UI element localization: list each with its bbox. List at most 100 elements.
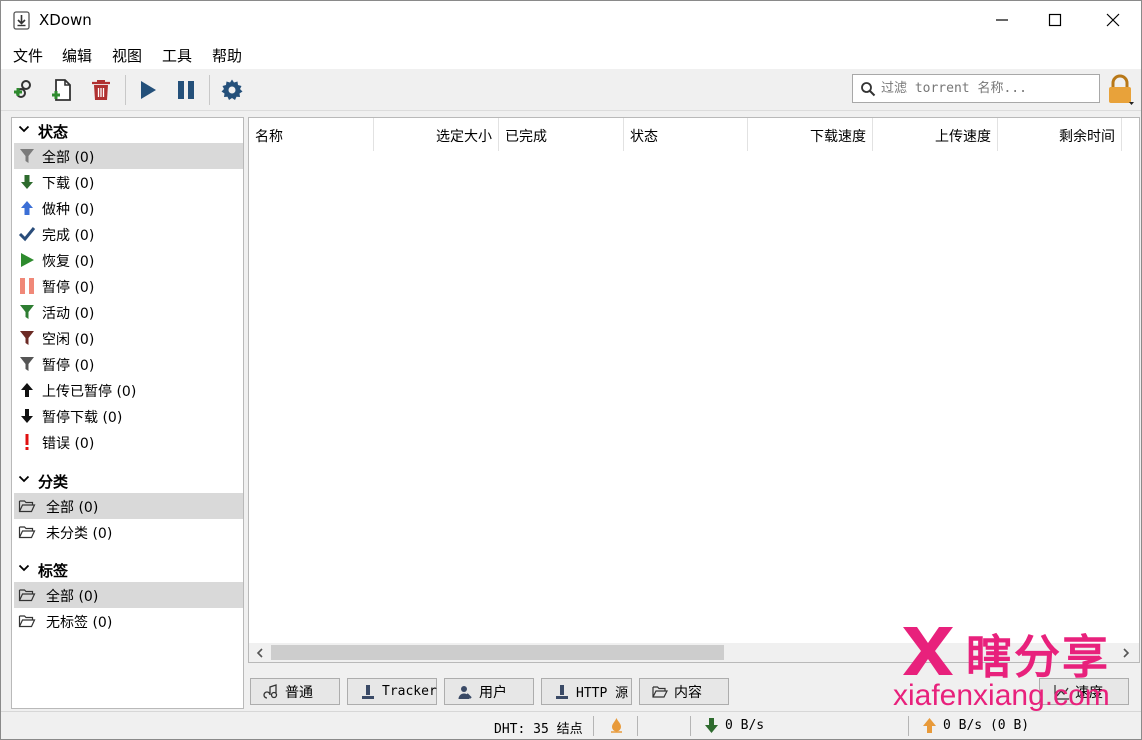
lock-button[interactable] bbox=[1105, 74, 1135, 106]
status-item-label: 上传已暂停 (0) bbox=[42, 384, 137, 400]
status-item-label: 暂停 (0) bbox=[42, 358, 95, 374]
section-title: 标签 bbox=[38, 562, 69, 580]
category-item-uncategorized[interactable]: 未分类 (0) bbox=[14, 519, 243, 545]
toolbar bbox=[1, 69, 1141, 111]
status-item-downloading[interactable]: 下载 (0) bbox=[14, 169, 243, 195]
status-item-paused[interactable]: 暂停 (0) bbox=[14, 273, 243, 299]
lock-icon bbox=[1109, 74, 1134, 105]
menu-file[interactable]: 文件 bbox=[13, 45, 43, 66]
menu-view[interactable]: 视图 bbox=[112, 45, 142, 66]
column-header-completed[interactable]: 已完成 bbox=[499, 118, 624, 151]
status-item-completed[interactable]: 完成 (0) bbox=[14, 221, 243, 247]
status-separator bbox=[637, 716, 638, 736]
torrent-list: 名称 选定大小 已完成 状态 下载速度 上传速度 剩余时间 bbox=[248, 117, 1140, 663]
status-item-stalled[interactable]: 暂停 (0) bbox=[14, 351, 243, 377]
menu-edit[interactable]: 编辑 bbox=[62, 45, 92, 66]
status-item-active[interactable]: 活动 (0) bbox=[14, 299, 243, 325]
section-status-header[interactable]: 状态 bbox=[12, 119, 243, 143]
chevron-down-icon bbox=[18, 564, 30, 572]
toolbar-separator bbox=[209, 75, 210, 105]
toolbar-separator bbox=[125, 75, 126, 105]
title-bar: XDown bbox=[1, 1, 1141, 39]
status-item-label: 全部 (0) bbox=[42, 150, 95, 166]
status-item-all[interactable]: 全部 (0) bbox=[14, 143, 243, 169]
upload-speed-icon bbox=[923, 718, 936, 733]
status-separator bbox=[690, 716, 691, 736]
upload-speed: 0 B/s (0 B) bbox=[943, 718, 1030, 733]
tab-label: HTTP 源 bbox=[576, 686, 629, 701]
resume-button[interactable] bbox=[133, 76, 161, 104]
status-item-label: 做种 (0) bbox=[42, 202, 95, 218]
general-info-icon bbox=[263, 683, 278, 699]
pause-icon bbox=[20, 278, 34, 294]
section-category-header[interactable]: 分类 bbox=[12, 469, 243, 493]
close-icon bbox=[1106, 13, 1120, 27]
tab-label: Tracker bbox=[382, 684, 437, 699]
column-header-upload-speed[interactable]: 上传速度 bbox=[873, 118, 998, 151]
column-header-status[interactable]: 状态 bbox=[624, 118, 748, 151]
close-button[interactable] bbox=[1090, 1, 1136, 39]
minimize-button[interactable] bbox=[979, 1, 1025, 39]
connection-status-icon[interactable] bbox=[608, 717, 625, 734]
scroll-left-icon[interactable] bbox=[253, 646, 267, 660]
tag-item-all[interactable]: 全部 (0) bbox=[14, 582, 243, 608]
column-header-download-speed[interactable]: 下载速度 bbox=[748, 118, 873, 151]
search-icon bbox=[861, 82, 876, 97]
tab-peers[interactable]: 用户 bbox=[444, 678, 534, 705]
delete-button[interactable] bbox=[87, 76, 115, 104]
column-header-selected-size[interactable]: 选定大小 bbox=[374, 118, 499, 151]
tab-tracker[interactable]: Tracker bbox=[347, 678, 437, 705]
status-item-label: 暂停 (0) bbox=[42, 280, 95, 296]
upload-arrow-icon bbox=[21, 201, 33, 215]
scrollbar-thumb[interactable] bbox=[271, 645, 724, 660]
play-icon bbox=[141, 81, 156, 99]
tab-http-sources[interactable]: HTTP 源 bbox=[541, 678, 632, 705]
app-logo-icon bbox=[13, 11, 30, 30]
status-item-resumed[interactable]: 恢复 (0) bbox=[14, 247, 243, 273]
column-header-name[interactable]: 名称 bbox=[249, 118, 374, 151]
add-torrent-link-button[interactable] bbox=[10, 76, 38, 104]
inactive-filter-icon bbox=[20, 331, 34, 345]
tab-general[interactable]: 普通 bbox=[250, 678, 340, 705]
trash-icon bbox=[92, 80, 110, 100]
tag-item-label: 无标签 (0) bbox=[46, 615, 113, 631]
add-link-icon bbox=[14, 80, 31, 98]
add-torrent-file-button[interactable] bbox=[48, 76, 76, 104]
maximize-button[interactable] bbox=[1032, 1, 1078, 39]
upload-paused-icon bbox=[21, 383, 33, 397]
status-item-label: 下载 (0) bbox=[42, 176, 95, 192]
folder-icon bbox=[18, 500, 36, 513]
folder-icon bbox=[652, 685, 668, 698]
status-item-download-paused[interactable]: 暂停下载 (0) bbox=[14, 403, 243, 429]
gear-icon bbox=[221, 79, 243, 100]
column-header-eta[interactable]: 剩余时间 bbox=[998, 118, 1122, 151]
settings-button[interactable] bbox=[218, 76, 246, 104]
status-item-label: 暂停下载 (0) bbox=[42, 410, 123, 426]
search-input[interactable] bbox=[881, 78, 1095, 99]
menu-tools[interactable]: 工具 bbox=[162, 45, 192, 66]
status-item-upload-paused[interactable]: 上传已暂停 (0) bbox=[14, 377, 243, 403]
add-file-icon bbox=[52, 79, 71, 101]
status-item-seeding[interactable]: 做种 (0) bbox=[14, 195, 243, 221]
http-source-icon bbox=[556, 684, 568, 699]
watermark-url: xiafenxiang.com bbox=[893, 679, 1110, 712]
maximize-icon bbox=[1048, 13, 1062, 27]
category-item-all[interactable]: 全部 (0) bbox=[14, 493, 243, 519]
status-item-error[interactable]: 错误 (0) bbox=[14, 429, 243, 455]
pause-button[interactable] bbox=[172, 76, 200, 104]
status-separator bbox=[908, 716, 909, 736]
folder-icon bbox=[18, 615, 36, 628]
tab-content[interactable]: 内容 bbox=[639, 678, 729, 705]
tag-item-label: 全部 (0) bbox=[46, 589, 99, 605]
menu-help[interactable]: 帮助 bbox=[212, 45, 242, 66]
tag-item-untagged[interactable]: 无标签 (0) bbox=[14, 608, 243, 634]
status-item-inactive[interactable]: 空闲 (0) bbox=[14, 325, 243, 351]
status-item-label: 错误 (0) bbox=[42, 436, 95, 452]
section-tags-header[interactable]: 标签 bbox=[12, 558, 243, 582]
download-speed-icon bbox=[705, 718, 718, 733]
category-item-label: 未分类 (0) bbox=[46, 526, 113, 542]
window-title: XDown bbox=[39, 11, 92, 29]
chevron-down-icon bbox=[18, 125, 30, 133]
section-title: 状态 bbox=[38, 123, 69, 141]
watermark-x-logo bbox=[903, 627, 953, 675]
